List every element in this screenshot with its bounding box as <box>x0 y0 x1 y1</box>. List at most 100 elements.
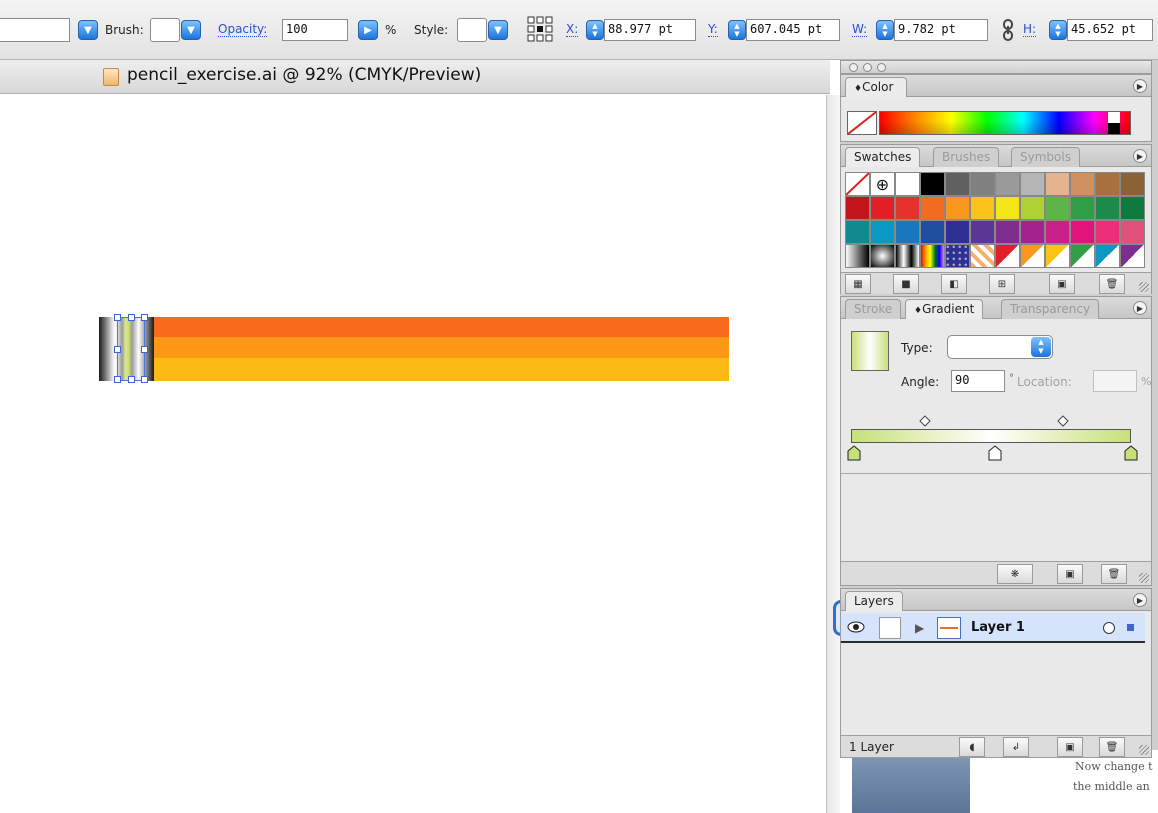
color-swatch[interactable] <box>1120 172 1145 196</box>
target-circle-icon[interactable] <box>1103 622 1115 634</box>
swatch-gradient[interactable] <box>870 244 895 268</box>
color-swatch[interactable] <box>945 220 970 244</box>
resize-grip-icon[interactable] <box>1139 745 1149 755</box>
swatch-none[interactable] <box>845 172 870 196</box>
gradient-stop-icon[interactable] <box>1124 445 1138 461</box>
swatch-gradient[interactable] <box>1020 244 1045 268</box>
selection-handle[interactable] <box>141 314 148 321</box>
color-swatch[interactable] <box>945 196 970 220</box>
window-zoom-button[interactable] <box>877 63 886 72</box>
swatch-gradient[interactable] <box>1120 244 1145 268</box>
color-swatch[interactable] <box>995 196 1020 220</box>
expand-triangle-icon[interactable]: ▶ <box>915 621 924 635</box>
color-swatch[interactable] <box>1070 220 1095 244</box>
color-swatch[interactable] <box>1045 196 1070 220</box>
color-swatch[interactable] <box>845 196 870 220</box>
pencil-stripe-top[interactable] <box>152 317 729 338</box>
color-swatch[interactable] <box>870 220 895 244</box>
swatch-gradient[interactable] <box>1095 244 1120 268</box>
h-input[interactable]: 45.652 pt <box>1067 19 1153 41</box>
color-swatch[interactable] <box>1095 196 1120 220</box>
h-label[interactable]: H: <box>1023 22 1037 37</box>
opacity-slider-button[interactable]: ▶ <box>358 20 378 40</box>
tab-stroke[interactable]: Stroke <box>845 299 902 319</box>
color-swatch[interactable] <box>895 220 920 244</box>
layer-name[interactable]: Layer 1 <box>971 620 1025 635</box>
make-clipping-mask-icon[interactable]: ◖ <box>959 737 985 757</box>
color-swatch[interactable] <box>970 220 995 244</box>
gradient-stop-icon[interactable] <box>847 445 861 461</box>
brush-dropdown-button[interactable]: ▼ <box>181 20 201 40</box>
new-gradient-icon[interactable]: ▣ <box>1057 564 1083 584</box>
selection-handle[interactable] <box>114 346 121 353</box>
delete-layer-trash-icon[interactable]: 🗑 <box>1099 737 1125 757</box>
selection-color-square[interactable] <box>1127 624 1134 631</box>
brush-swatch[interactable] <box>150 18 180 42</box>
w-input[interactable]: 9.782 pt <box>894 19 988 41</box>
selection-handle[interactable] <box>141 346 148 353</box>
color-swatch[interactable] <box>1020 172 1045 196</box>
color-swatch[interactable] <box>1020 220 1045 244</box>
pencil-stripe-middle[interactable] <box>152 337 729 359</box>
none-color-icon[interactable] <box>847 111 877 135</box>
color-swatch[interactable] <box>970 196 995 220</box>
location-input[interactable] <box>1093 370 1137 392</box>
panel-menu-icon[interactable]: ▶ <box>1133 79 1147 93</box>
swatch-gradient[interactable] <box>995 244 1020 268</box>
window-close-button[interactable] <box>849 63 858 72</box>
tab-transparency[interactable]: Transparency <box>1001 299 1100 319</box>
w-stepper-icon[interactable]: ▲ ▼ <box>876 20 894 40</box>
midpoint-diamond-icon[interactable] <box>1057 415 1069 427</box>
panel-menu-icon[interactable]: ▶ <box>1133 149 1147 163</box>
swatch-gradient[interactable] <box>895 244 920 268</box>
artboard-canvas[interactable] <box>0 95 830 813</box>
resize-grip-icon[interactable] <box>1139 573 1149 583</box>
layer-row[interactable]: ▶ Layer 1 <box>841 613 1145 643</box>
opacity-input[interactable]: 100 <box>282 19 348 41</box>
swatch-pattern[interactable] <box>945 244 970 268</box>
tab-brushes[interactable]: Brushes <box>933 147 1000 167</box>
selection-handle[interactable] <box>114 314 121 321</box>
color-swatch[interactable] <box>1045 172 1070 196</box>
x-label[interactable]: X: <box>566 22 579 37</box>
color-swatch[interactable] <box>895 172 920 196</box>
swatch-options-icon[interactable]: ■ <box>893 274 919 294</box>
panel-menu-icon[interactable]: ▶ <box>1133 301 1147 315</box>
color-swatch[interactable] <box>970 172 995 196</box>
selection-bounding-box[interactable] <box>114 314 148 383</box>
swatch-pattern[interactable] <box>970 244 995 268</box>
dock-title-strip[interactable] <box>840 60 1152 74</box>
swatch-libraries-icon[interactable]: ⊞ <box>989 274 1015 294</box>
selection-handle[interactable] <box>128 314 135 321</box>
h-stepper-icon[interactable]: ▲ ▼ <box>1049 20 1067 40</box>
window-minimize-button[interactable] <box>863 63 872 72</box>
constrain-proportions-link-icon[interactable] <box>1001 18 1015 42</box>
color-swatch[interactable] <box>945 172 970 196</box>
tab-symbols[interactable]: Symbols <box>1011 147 1080 167</box>
x-stepper-icon[interactable]: ▲ ▼ <box>586 20 604 40</box>
swatch-gradient[interactable] <box>1045 244 1070 268</box>
new-color-group-icon[interactable]: ◧ <box>941 274 967 294</box>
color-swatch[interactable] <box>1070 172 1095 196</box>
gradient-stop-icon[interactable] <box>988 445 1002 461</box>
fill-swatch-field[interactable] <box>0 18 70 42</box>
selection-handle[interactable] <box>114 376 121 383</box>
opacity-label[interactable]: Opacity: <box>218 22 268 37</box>
color-swatch[interactable] <box>870 196 895 220</box>
midpoint-diamond-icon[interactable] <box>919 415 931 427</box>
y-label[interactable]: Y: <box>708 22 718 37</box>
color-swatch[interactable] <box>895 196 920 220</box>
color-swatch[interactable] <box>1045 220 1070 244</box>
color-spectrum-ramp[interactable] <box>879 111 1131 135</box>
panel-menu-icon[interactable]: ▶ <box>1133 593 1147 607</box>
swatch-registration[interactable]: ⊕ <box>870 172 895 196</box>
canvas-vertical-scrollbar[interactable] <box>826 95 840 813</box>
color-swatch[interactable] <box>1095 172 1120 196</box>
new-swatch-icon[interactable]: ▣ <box>1049 274 1075 294</box>
swatch-gradient[interactable] <box>1070 244 1095 268</box>
color-swatch[interactable] <box>1070 196 1095 220</box>
x-input[interactable]: 88.977 pt <box>604 19 696 41</box>
selection-handle[interactable] <box>141 376 148 383</box>
resize-grip-icon[interactable] <box>1139 282 1149 292</box>
gradient-annotator-icon[interactable]: ❋ <box>997 564 1033 584</box>
